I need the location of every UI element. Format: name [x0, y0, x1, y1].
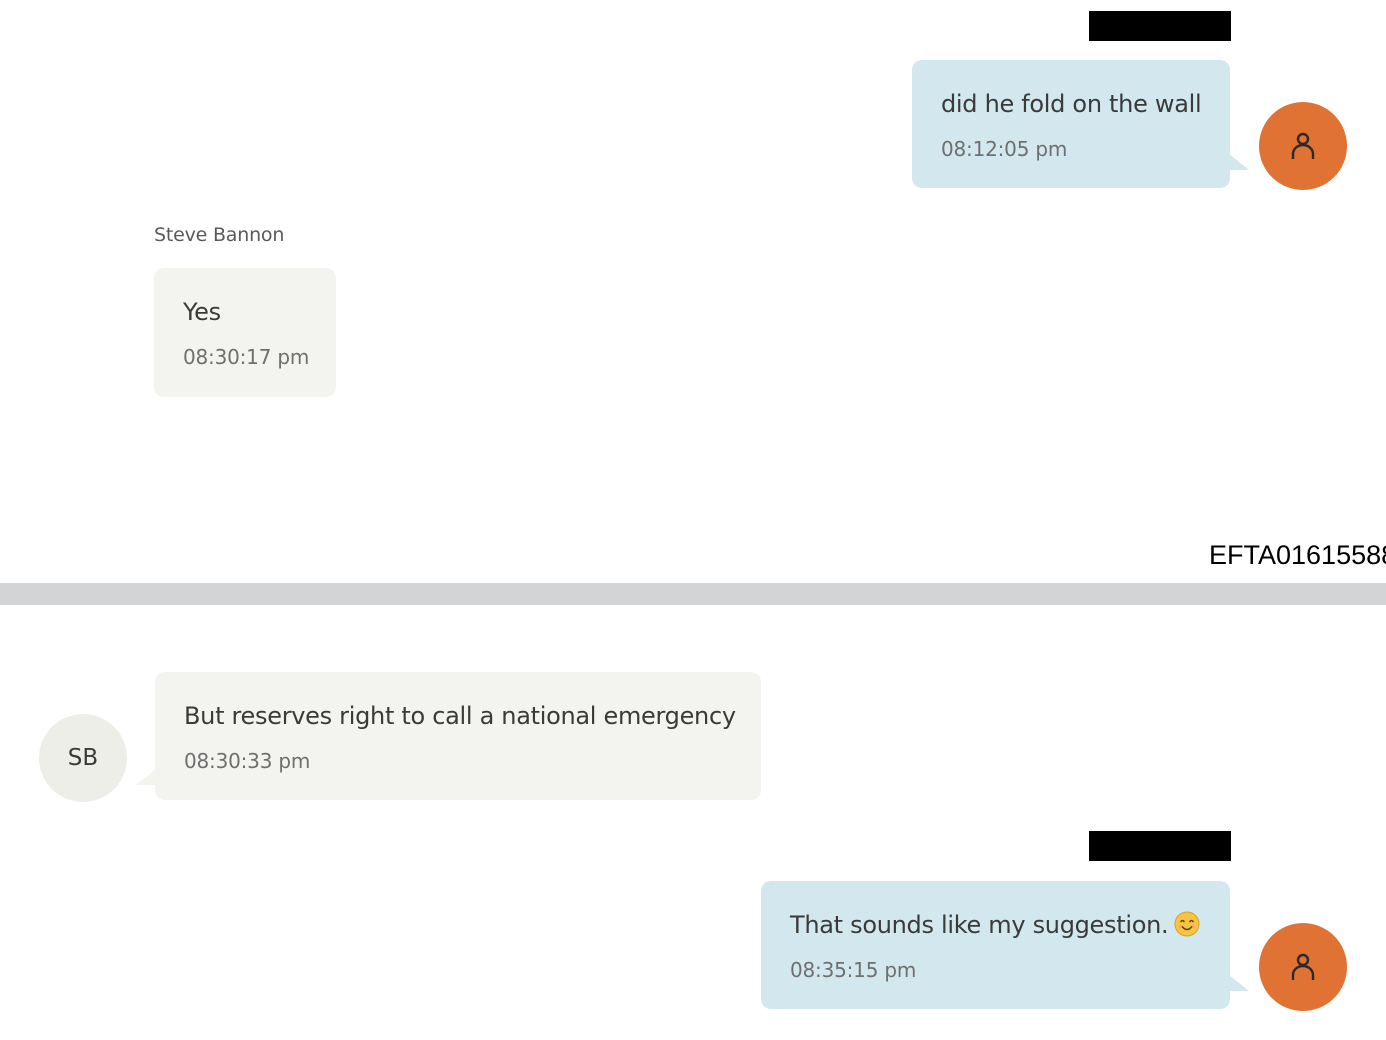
message-timestamp: 08:30:33 pm	[184, 749, 311, 773]
message-bubble-incoming[interactable]: Yes 08:30:17 pm	[154, 268, 336, 397]
redaction-bar	[1089, 11, 1231, 41]
smiling-face-emoji-icon	[1174, 911, 1200, 937]
person-icon	[1291, 953, 1315, 980]
message-text-line: That sounds like my suggestion.	[790, 911, 1200, 939]
chat-export-page: did he fold on the wall 08:12:05 pm Stev…	[0, 0, 1386, 1040]
bubble-tail	[136, 769, 156, 785]
sender-name: Steve Bannon	[154, 224, 285, 246]
message-bubble-outgoing[interactable]: did he fold on the wall 08:12:05 pm	[912, 60, 1230, 188]
message-text: That sounds like my suggestion.	[790, 911, 1169, 939]
message-text: But reserves right to call a national em…	[184, 702, 736, 730]
message-timestamp: 08:12:05 pm	[941, 137, 1068, 161]
page-divider	[0, 583, 1386, 605]
bubble-tail	[1229, 975, 1249, 991]
avatar-initials: SB	[67, 745, 99, 771]
user-avatar[interactable]	[1259, 102, 1347, 190]
person-icon	[1291, 132, 1315, 159]
message-text: did he fold on the wall	[941, 90, 1202, 118]
message-timestamp: 08:30:17 pm	[183, 345, 310, 369]
page-identifier: EFTA01615588	[1209, 540, 1386, 570]
message-bubble-outgoing[interactable]: That sounds like my suggestion. 08:35:15…	[761, 881, 1230, 1009]
message-text: Yes	[183, 298, 221, 326]
bubble-tail	[1229, 154, 1249, 170]
message-bubble-incoming[interactable]: But reserves right to call a national em…	[155, 672, 761, 800]
user-avatar[interactable]	[1259, 923, 1347, 1011]
message-timestamp: 08:35:15 pm	[790, 958, 917, 982]
contact-avatar[interactable]: SB	[39, 714, 127, 802]
redaction-bar	[1089, 831, 1231, 861]
